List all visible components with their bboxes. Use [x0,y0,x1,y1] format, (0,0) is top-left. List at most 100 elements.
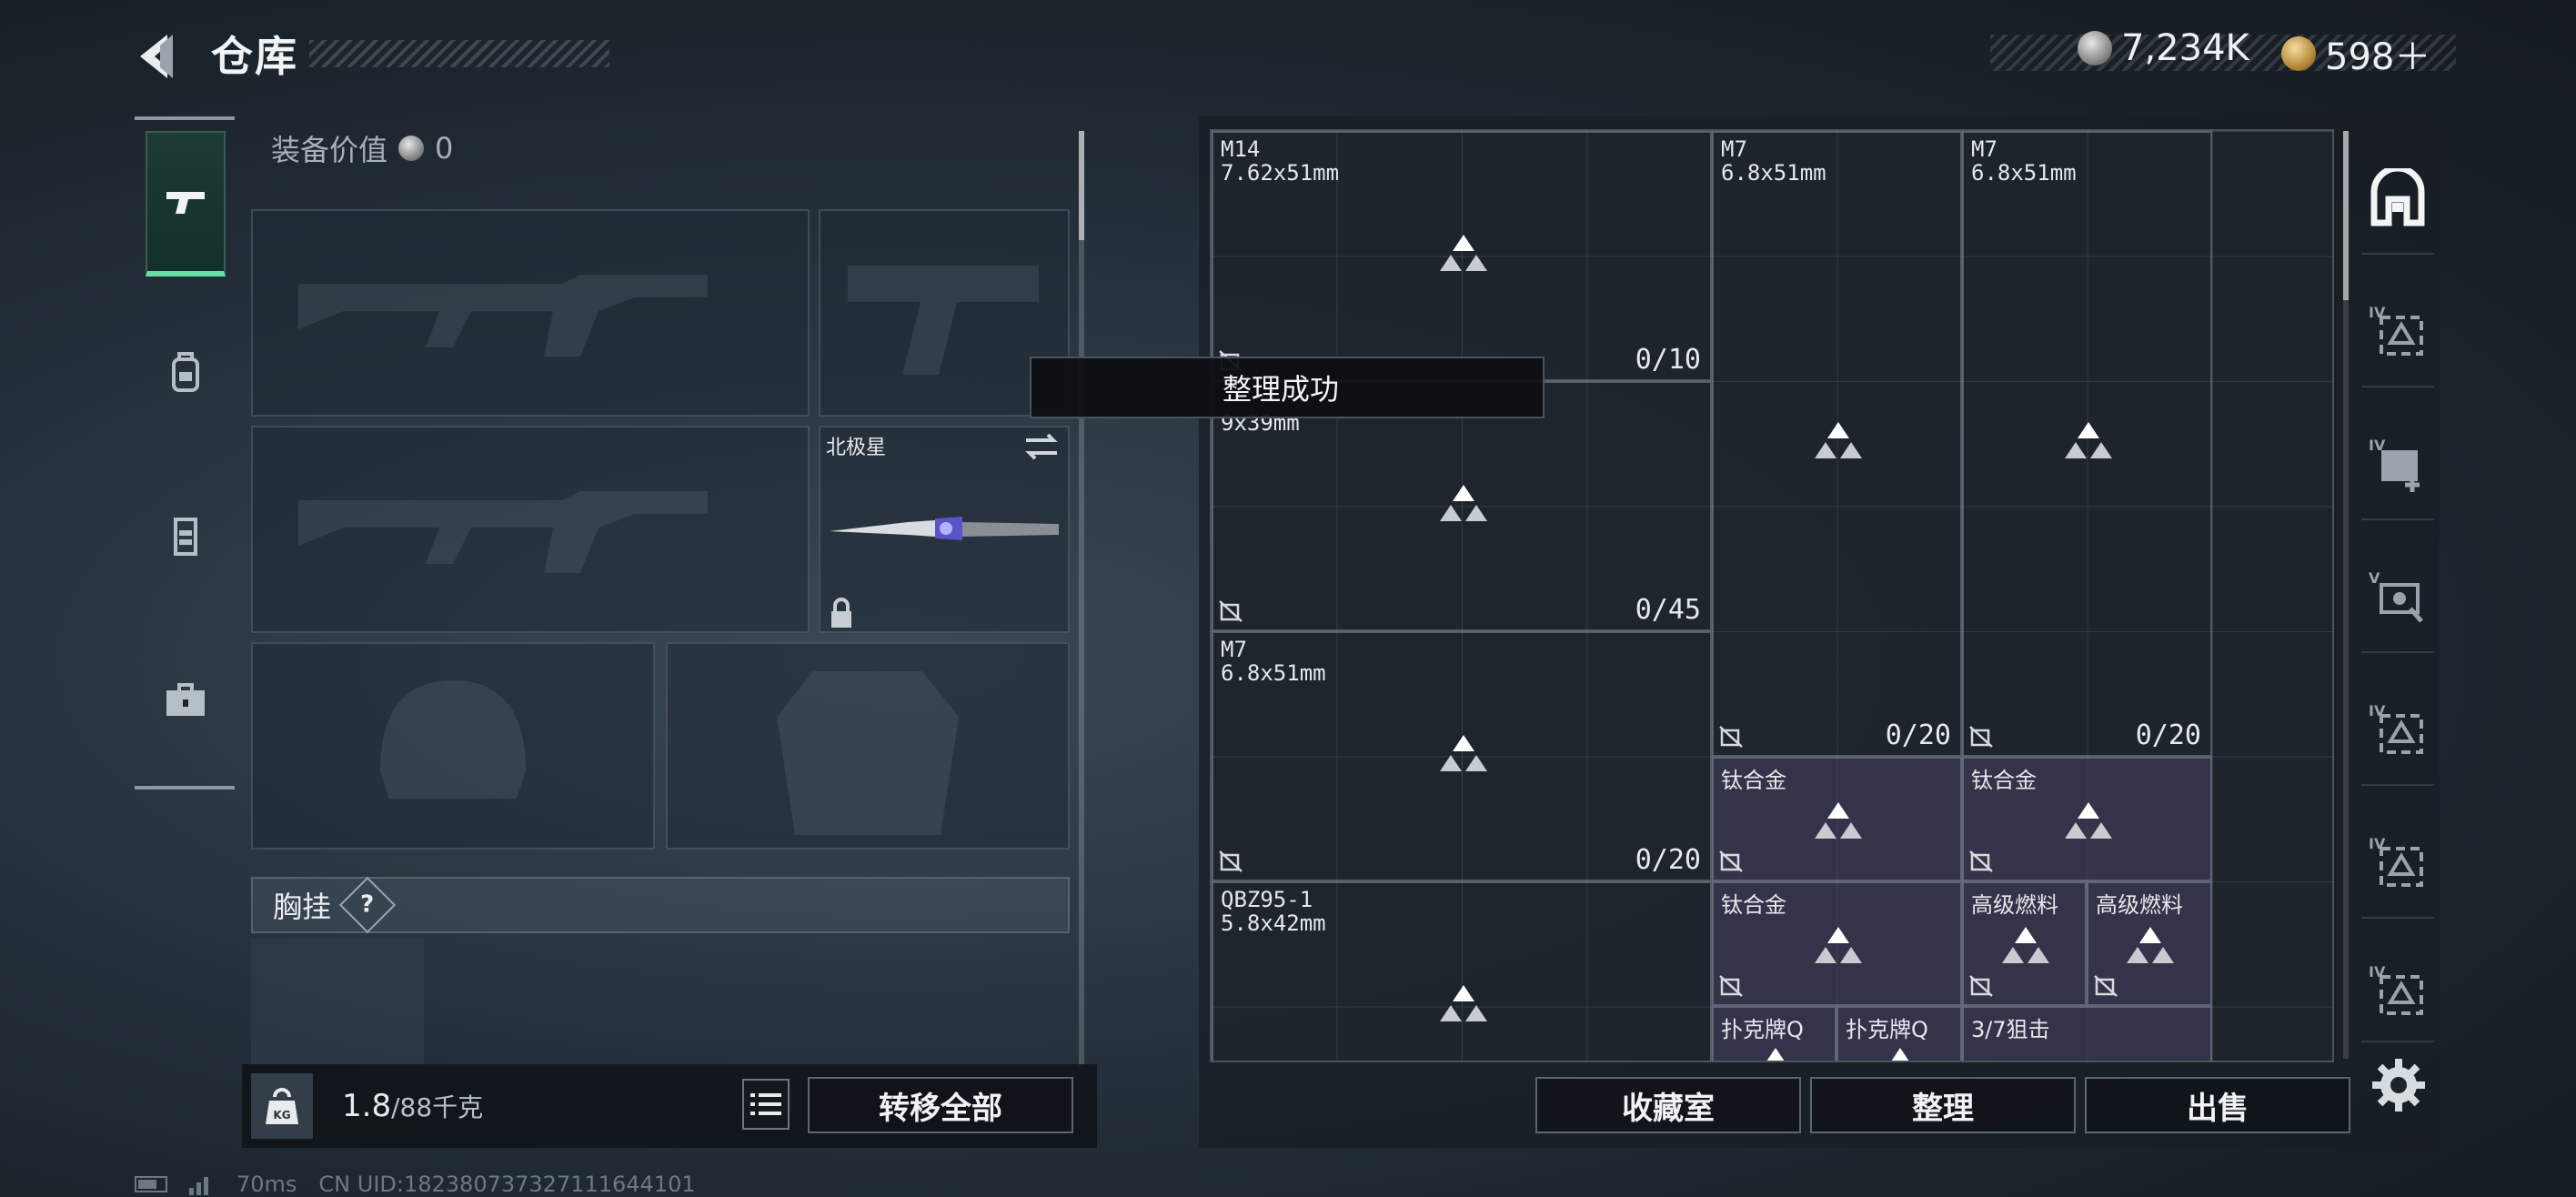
left-rail-divider-top [135,116,235,120]
item-count: 0/45 [1635,594,1701,626]
page-title: 仓库 [211,32,298,81]
equipment-scrollbar-thumb[interactable] [1079,131,1084,240]
storage-tab-main[interactable] [2361,146,2434,255]
ping-text: 70ms [236,1172,297,1197]
storage-material[interactable]: 3/7狙击 [1962,1006,2212,1061]
item-name: QBZ95-1 [1221,887,1313,912]
storage-scrollbar-thumb[interactable] [2343,131,2349,300]
material-name: 钛合金 [1971,768,2037,793]
storage-material[interactable]: 高级燃料 [1962,881,2087,1006]
storage-tier-icon: IV [2369,702,2423,754]
storage-grid[interactable]: M14 7.62x51mm 0/10 9x39mm 0/45 M7 6.8x51… [1210,129,2334,1062]
rifle-silhouette-icon [298,491,708,573]
tab-weapons[interactable] [146,131,226,277]
material-name: 钛合金 [1721,768,1786,793]
uid-text: CN UID:18238073732711164410​1 [318,1172,696,1197]
equipment-value-label: 装备价值 [271,133,388,167]
no-trade-icon [1969,850,1993,872]
chest-rig-help-button[interactable]: ? [338,876,397,934]
tab-supplies[interactable] [146,628,226,773]
item-count: 0/10 [1635,344,1701,376]
currency-silver[interactable]: 7,234K [2078,27,2249,69]
storage-item[interactable]: M7 6.8x51mm 0/20 [1212,631,1712,881]
backpack-icon [172,352,199,392]
rarity-triangle-icon [2065,802,2112,839]
currency-gold[interactable]: 598＋ [2281,27,2430,80]
material-name: 钛合金 [1721,892,1786,918]
storage-material[interactable]: 扑克牌Q [1836,1006,1962,1061]
equipment-scrollbar[interactable] [1079,131,1084,1068]
chest-rig-slot[interactable] [251,939,424,1066]
storage-item[interactable]: 9x39mm 0/45 [1212,381,1712,631]
toolbox-icon [166,683,205,716]
list-icon [750,1093,781,1115]
gold-amount: 598＋ [2325,36,2431,78]
gear-icon[interactable] [2369,1055,2429,1115]
swap-icon[interactable] [1022,431,1061,462]
primary-weapon-slot[interactable] [251,209,810,417]
weight-text: 1.8/88千克 [342,1088,483,1124]
rarity-triangle-icon [1815,422,1862,458]
item-count: 0/20 [1635,844,1701,876]
vest-icon [174,518,197,556]
transfer-all-button[interactable]: 转移全部 [808,1077,1073,1133]
storage-material[interactable]: 钛合金 [1712,881,1962,1006]
storage-material[interactable]: 钛合金 [1962,757,2212,881]
storage-tab-iv-4[interactable]: IV [2361,810,2434,919]
collection-room-button[interactable]: 收藏室 [1535,1077,1801,1133]
knife-icon [830,517,1059,540]
rarity-triangle-icon [2065,422,2112,458]
item-name: M7 [1971,136,1997,162]
item-count: 0/20 [1885,719,1951,751]
rarity-triangle-icon [1440,485,1487,521]
rarity-triangle-icon [1440,235,1487,271]
pistol-silhouette-icon [848,266,1039,375]
armor-slot[interactable] [666,642,1070,850]
silver-amount: 7,234K [2121,27,2249,69]
rarity-triangle-icon [1440,735,1487,771]
storage-item[interactable]: M7 6.8x51mm 0/20 [1712,131,1962,757]
silver-coin-icon [398,136,425,161]
list-view-button[interactable] [742,1079,790,1130]
sell-button[interactable]: 出售 [2085,1077,2350,1133]
item-caliber: 6.8x51mm [1721,160,1826,186]
no-trade-icon [2094,975,2118,997]
rarity-triangle-icon [1815,927,1862,963]
toast-message: 整理成功 [1030,357,1545,418]
back-arrow-icon[interactable] [127,27,186,86]
tab-armor[interactable] [146,464,226,609]
storage-material[interactable]: 钛合金 [1712,757,1962,881]
storage-item[interactable]: M14 7.62x51mm 0/10 [1212,131,1712,381]
storage-tab-v[interactable]: V [2361,544,2434,653]
storage-tab-iv-1[interactable]: IV [2361,278,2434,387]
weight-icon: KG [251,1073,313,1139]
rarity-triangle-icon [1815,802,1862,839]
item-caliber: 6.8x51mm [1221,660,1326,686]
storage-item[interactable]: QBZ95-1 5.8x42mm [1212,881,1712,1061]
no-trade-icon [1969,975,1993,997]
chest-rig-header: 胸挂 ? [251,876,1070,934]
item-name: M14 [1221,136,1261,162]
helmet-slot[interactable] [251,642,655,850]
storage-tab-iv-5[interactable]: IV [2361,942,2434,1042]
sort-button[interactable]: 整理 [1810,1077,2076,1133]
storage-add-icon: IV [2369,437,2420,492]
material-name: 扑克牌Q [1846,1017,1928,1042]
tab-backpack[interactable] [146,300,226,446]
melee-item-name: 北极星 [826,437,887,459]
rarity-triangle-icon [1891,1048,1909,1061]
storage-item[interactable]: M7 6.8x51mm 0/20 [1962,131,2212,757]
secondary-weapon-slot[interactable] [251,426,810,633]
lock-icon [831,598,851,628]
chest-rig-label: 胸挂 [273,890,332,924]
storage-tab-iv-3[interactable]: IV [2361,677,2434,786]
storage-material[interactable]: 高级燃料 [2087,881,2212,1006]
storage-material[interactable]: 扑克牌Q [1712,1006,1836,1061]
no-trade-icon [1719,726,1743,748]
item-caliber: 6.8x51mm [1971,160,2077,186]
rifle-silhouette-icon [298,275,708,357]
no-trade-icon [1219,600,1243,622]
rarity-triangle-icon [1440,985,1487,1021]
storage-edit-icon: V [2369,569,2423,623]
storage-tab-iv-2[interactable]: IV [2361,411,2434,520]
